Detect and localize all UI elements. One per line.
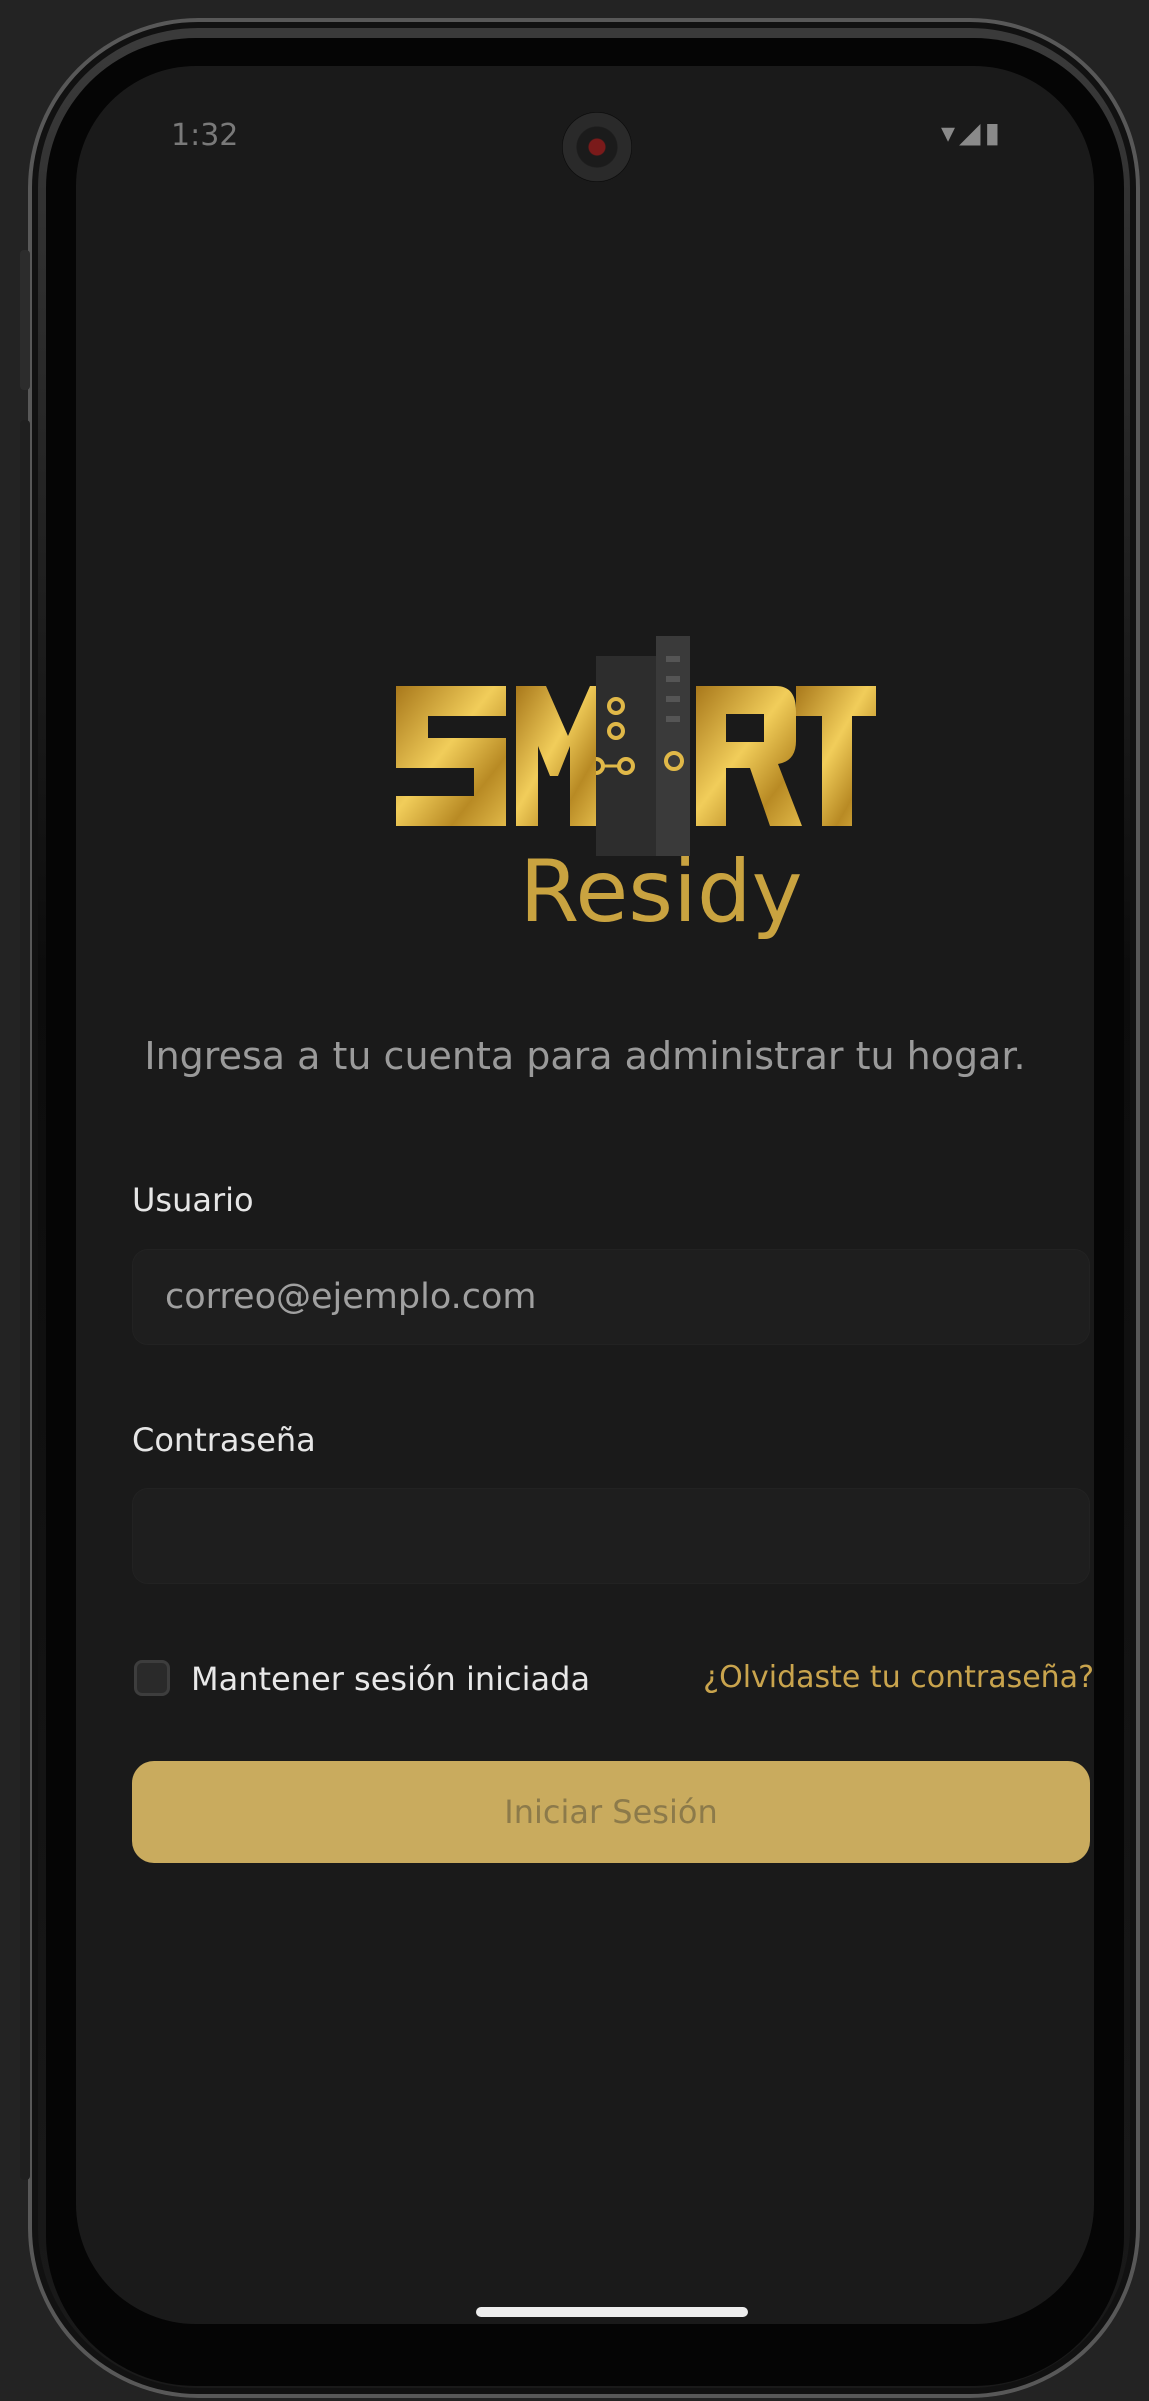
remember-label[interactable]: Mantener sesión iniciada: [191, 1660, 590, 1698]
password-label: Contraseña: [132, 1421, 316, 1459]
tagline: Ingresa a tu cuenta para administrar tu …: [144, 1034, 1026, 1078]
password-field[interactable]: [132, 1488, 1090, 1584]
logo-subtitle: Residy: [520, 842, 803, 942]
front-camera-icon: [562, 112, 632, 182]
side-button: [20, 420, 30, 2180]
app-screen: 1:32 ▾◢▮ Residy Ingresa a tu cuenta para…: [76, 66, 1094, 2324]
email-field[interactable]: [132, 1249, 1090, 1345]
forgot-password-link[interactable]: ¿Olvidaste tu contraseña?: [703, 1660, 1094, 1695]
status-icons: ▾◢▮: [941, 116, 1004, 149]
status-time: 1:32: [171, 118, 239, 153]
building-icon: [587, 636, 690, 856]
user-label: Usuario: [132, 1181, 254, 1219]
status-bar: 1:32 ▾◢▮: [76, 66, 1094, 216]
remember-checkbox[interactable]: [134, 1660, 170, 1696]
login-button[interactable]: Iniciar Sesión: [132, 1761, 1090, 1863]
smart-residy-logo: Residy: [356, 586, 916, 986]
home-indicator[interactable]: [476, 2307, 748, 2317]
volume-button: [20, 250, 30, 390]
